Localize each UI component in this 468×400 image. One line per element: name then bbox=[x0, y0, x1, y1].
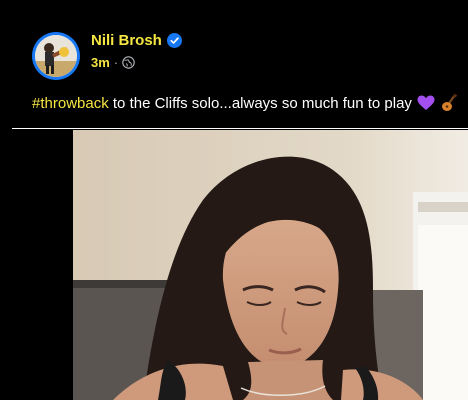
divider bbox=[12, 128, 468, 129]
post-header: Nili Brosh 3m · bbox=[0, 0, 468, 90]
globe-icon bbox=[122, 56, 135, 69]
meta-separator: · bbox=[113, 55, 119, 70]
post-video[interactable] bbox=[73, 130, 468, 400]
guitar-icon bbox=[440, 93, 460, 113]
purple-heart-icon bbox=[416, 93, 436, 113]
caption-text: to the Cliffs solo...always so much fun … bbox=[108, 94, 412, 112]
post-timestamp[interactable]: 3m bbox=[91, 55, 110, 70]
post-caption: #throwback to the Cliffs solo...always s… bbox=[32, 93, 460, 113]
hashtag-link[interactable]: #throwback bbox=[32, 95, 109, 112]
post-meta: 3m · bbox=[91, 55, 135, 70]
avatar[interactable] bbox=[32, 32, 80, 80]
author-name-row: Nili Brosh bbox=[91, 32, 182, 49]
avatar-image bbox=[35, 35, 77, 77]
verified-badge-icon bbox=[166, 33, 182, 48]
author-name[interactable]: Nili Brosh bbox=[91, 32, 162, 49]
